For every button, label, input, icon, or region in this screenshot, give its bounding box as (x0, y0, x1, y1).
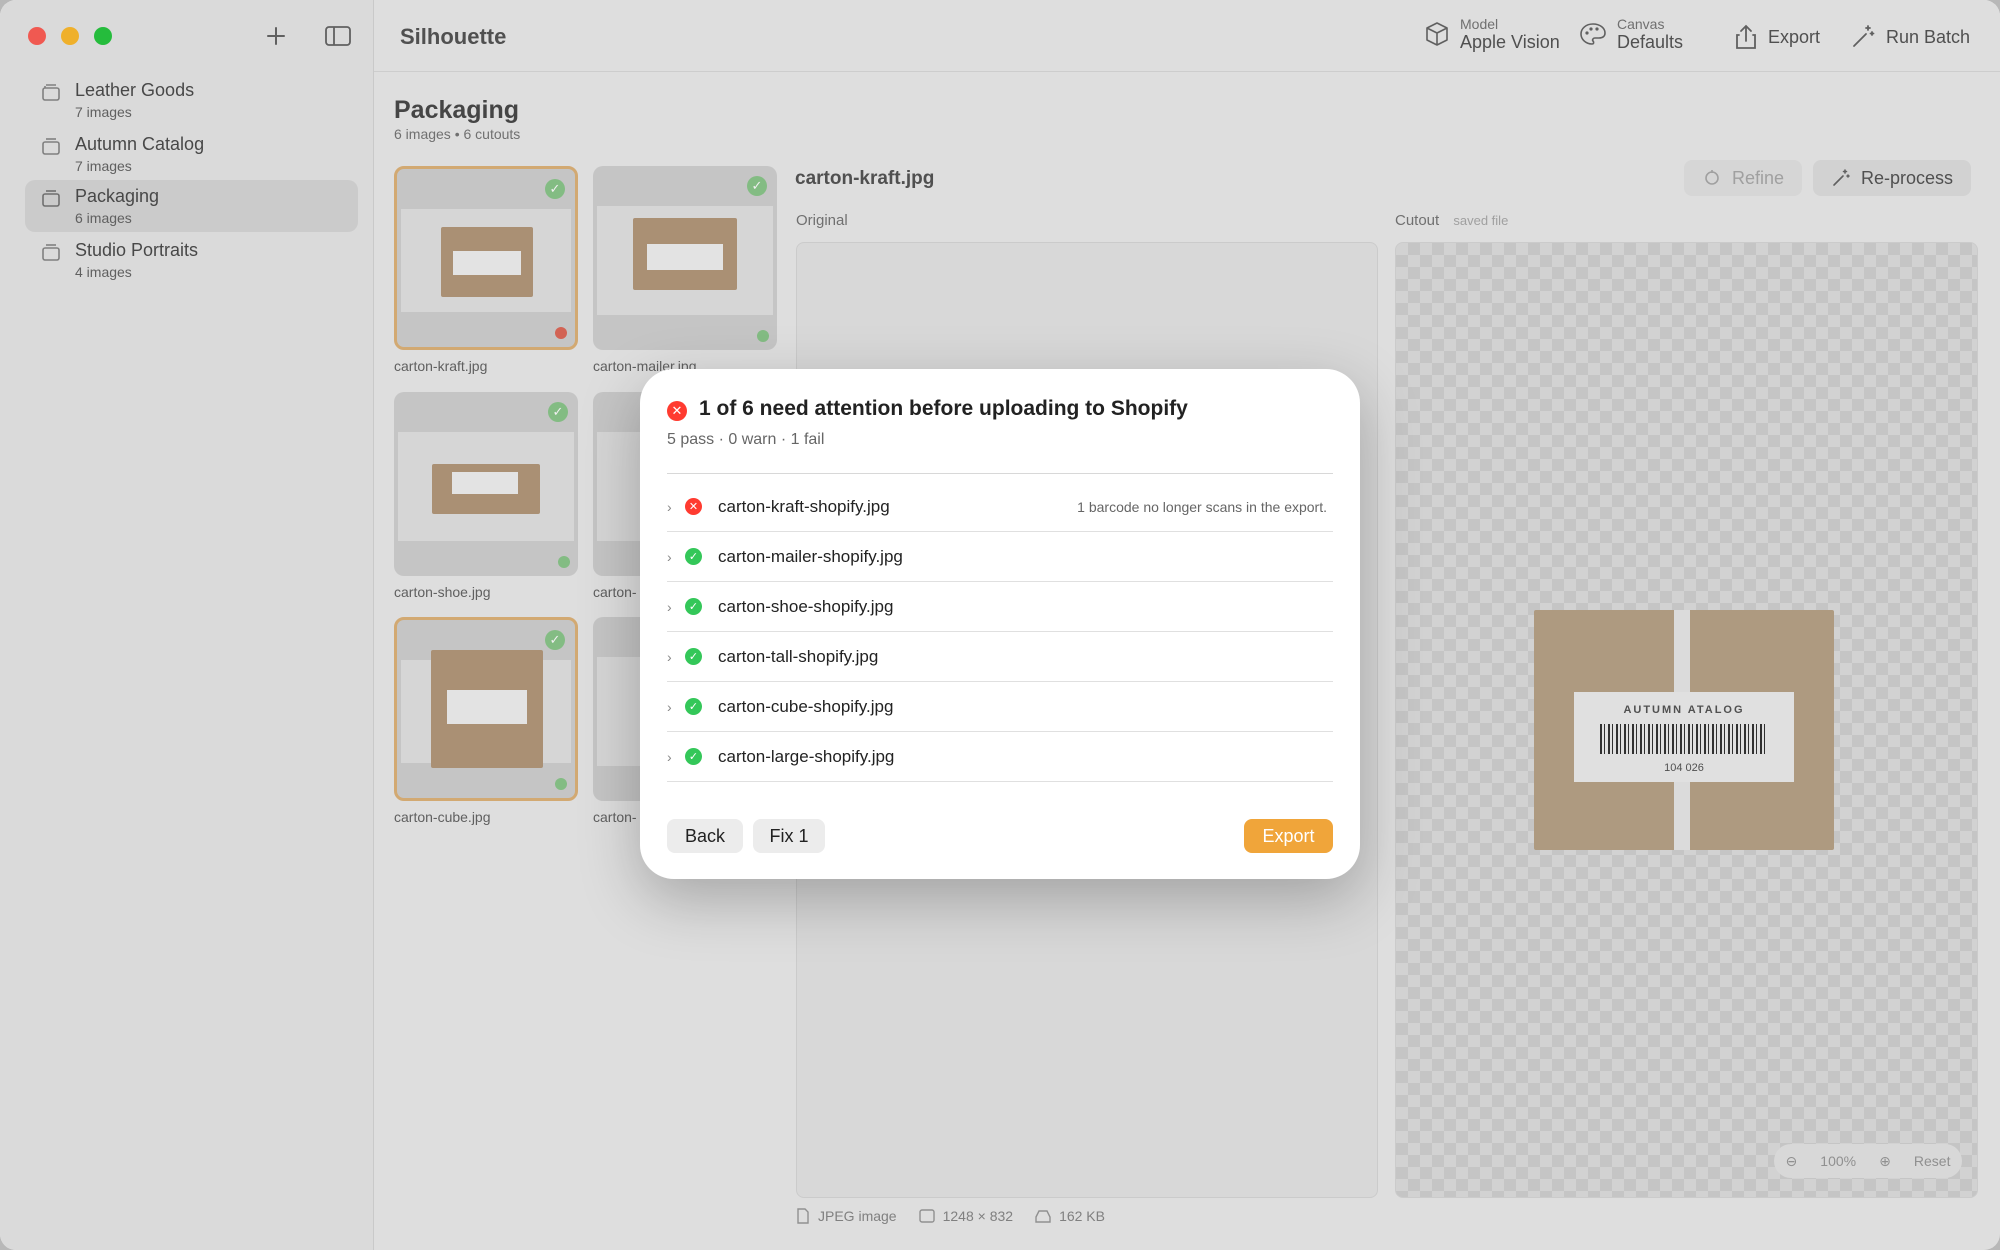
result-filename: carton-shoe-shopify.jpg (718, 596, 894, 616)
list-item[interactable]: › ✓ carton-mailer-shopify.jpg (667, 532, 1333, 582)
chevron-right-icon[interactable]: › (667, 699, 683, 715)
result-filename: carton-large-shopify.jpg (718, 746, 895, 766)
divider (667, 473, 1333, 474)
list-item[interactable]: › ✓ carton-cube-shopify.jpg (667, 682, 1333, 732)
error-icon: ✕ (667, 401, 687, 421)
result-note: 1 barcode no longer scans in the export. (1077, 498, 1327, 515)
chevron-right-icon[interactable]: › (667, 749, 683, 765)
pass-icon: ✓ (685, 598, 702, 615)
preflight-dialog: ✕ 1 of 6 need attention before uploading… (640, 369, 1360, 879)
check-results-list: › ✕ carton-kraft-shopify.jpg 1 barcode n… (667, 482, 1333, 782)
fix-button[interactable]: Fix 1 (753, 819, 825, 853)
back-button[interactable]: Back (667, 819, 743, 853)
list-item[interactable]: › ✓ carton-tall-shopify.jpg (667, 632, 1333, 682)
result-filename: carton-kraft-shopify.jpg (718, 496, 890, 516)
chevron-right-icon[interactable]: › (667, 499, 683, 515)
pass-icon: ✓ (685, 548, 702, 565)
fail-icon: ✕ (685, 498, 702, 515)
result-filename: carton-cube-shopify.jpg (718, 696, 894, 716)
list-item[interactable]: › ✓ carton-shoe-shopify.jpg (667, 582, 1333, 632)
pass-icon: ✓ (685, 748, 702, 765)
dialog-title: 1 of 6 need attention before uploading t… (699, 397, 1188, 420)
pass-icon: ✓ (685, 698, 702, 715)
chevron-right-icon[interactable]: › (667, 599, 683, 615)
export-button[interactable]: Export (1244, 819, 1333, 853)
result-filename: carton-mailer-shopify.jpg (718, 546, 903, 566)
list-item[interactable]: › ✓ carton-large-shopify.jpg (667, 732, 1333, 782)
chevron-right-icon[interactable]: › (667, 649, 683, 665)
chevron-right-icon[interactable]: › (667, 549, 683, 565)
list-item[interactable]: › ✕ carton-kraft-shopify.jpg 1 barcode n… (667, 482, 1333, 532)
app-window: Leather Goods 7 images Autumn Catalog 7 … (0, 0, 2000, 1250)
pass-icon: ✓ (685, 648, 702, 665)
result-filename: carton-tall-shopify.jpg (718, 646, 879, 666)
dialog-summary: 5 pass · 0 warn · 1 fail (667, 431, 825, 448)
